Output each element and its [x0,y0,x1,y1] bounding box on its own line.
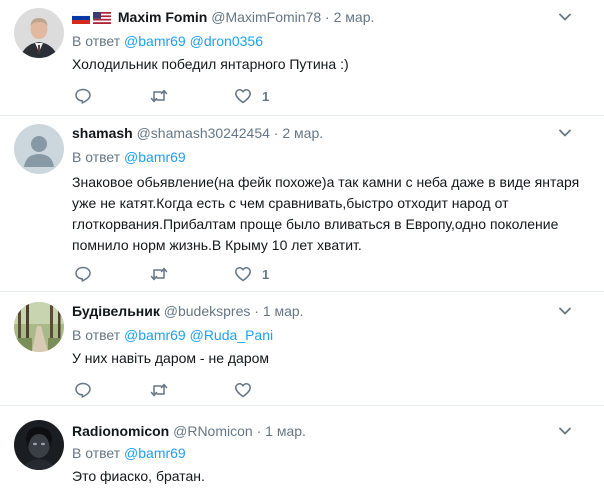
mention-link[interactable]: @bamr69 [124,33,186,49]
user-handle[interactable]: @RNomicon [173,423,253,439]
tweet[interactable]: Будівельник @budekspres · 1 мар. В ответ… [0,292,604,406]
like-count: 1 [262,266,270,282]
reply-button[interactable] [74,380,92,400]
tweet-text: Знаковое обьявление(на фейк похоже)а так… [72,174,580,253]
retweet-icon [150,383,168,397]
tweet-header: Будівельник @budekspres · 1 мар. [72,302,304,320]
russia-flag-icon [72,12,90,25]
user-handle[interactable]: @budekspres [164,303,251,319]
display-name[interactable]: Будівельник [72,303,160,319]
user-handle[interactable]: @shamash30242454 [137,125,270,141]
tweet-date[interactable]: 2 мар. [282,125,323,141]
mention-link[interactable]: @bamr69 [124,327,186,343]
reply-icon [75,382,91,398]
reply-icon [75,266,91,282]
mention-link[interactable]: @dron0356 [190,33,263,49]
reply-context: В ответ @bamr69 [72,148,186,166]
tweet-text: У них навіть даром - не даром [72,350,270,366]
retweet-button[interactable] [150,264,168,284]
usa-flag-icon [93,12,111,25]
reply-context: В ответ @bamr69 @dron0356 [72,32,263,50]
mention-link[interactable]: @Ruda_Pani [190,327,274,343]
heart-icon [235,267,251,282]
retweet-icon [150,267,168,281]
reply-label: В ответ [72,327,121,343]
reply-feed: Maxim Fomin @MaximFomin78 · 2 мар. В отв… [0,0,604,492]
user-handle[interactable]: @MaximFomin78 [211,9,321,25]
reply-button[interactable] [74,264,92,284]
like-button[interactable]: 1 [234,86,269,106]
tweet-date[interactable]: 1 мар. [263,303,304,319]
tweet-header: shamash @shamash30242454 · 2 мар. [72,124,323,142]
reply-button[interactable] [74,86,92,106]
display-name[interactable]: Maxim Fomin [118,9,207,25]
tweet-header: Radionomicon @RNomicon · 1 мар. [72,422,306,440]
avatar[interactable] [14,420,64,470]
display-name[interactable]: shamash [72,125,133,141]
retweet-icon [150,89,168,103]
tweet[interactable]: Maxim Fomin @MaximFomin78 · 2 мар. В отв… [0,0,604,116]
separator-dot: · [325,9,330,25]
mention-link[interactable]: @bamr69 [124,445,186,461]
chevron-down-icon[interactable] [558,424,572,438]
reply-label: В ответ [72,445,121,461]
tweet-text: Холодильник победил янтарного Путина :) [72,56,349,72]
tweet-text: Это фиаско, братан. [72,468,205,484]
retweet-button[interactable] [150,380,168,400]
chevron-down-icon[interactable] [558,10,572,24]
heart-icon [235,383,251,398]
retweet-button[interactable] [150,86,178,106]
avatar[interactable] [14,302,64,352]
like-button[interactable] [234,380,252,400]
mention-link[interactable]: @bamr69 [124,149,186,165]
reply-label: В ответ [72,33,121,49]
like-button[interactable]: 1 [234,264,269,284]
avatar[interactable] [14,8,64,58]
tweet-header: Maxim Fomin @MaximFomin78 · 2 мар. [72,8,374,26]
separator-dot: · [254,303,259,319]
like-count: 1 [262,88,270,104]
chevron-down-icon[interactable] [558,126,572,140]
tweet-date[interactable]: 2 мар. [334,9,375,25]
reply-context: В ответ @bamr69 @Ruda_Pani [72,326,273,344]
separator-dot: · [256,423,262,439]
display-name[interactable]: Radionomicon [72,423,169,439]
reply-icon [75,88,91,104]
tweet-date[interactable]: 1 мар. [265,423,306,439]
chevron-down-icon[interactable] [558,304,572,318]
heart-icon [235,89,251,104]
tweet[interactable]: Radionomicon @RNomicon · 1 мар. В ответ … [0,406,604,492]
avatar[interactable] [14,124,64,174]
reply-label: В ответ [72,149,121,165]
tweet[interactable]: shamash @shamash30242454 · 2 мар. В отве… [0,116,604,292]
separator-dot: · [273,125,279,141]
reply-context: В ответ @bamr69 [72,444,186,462]
